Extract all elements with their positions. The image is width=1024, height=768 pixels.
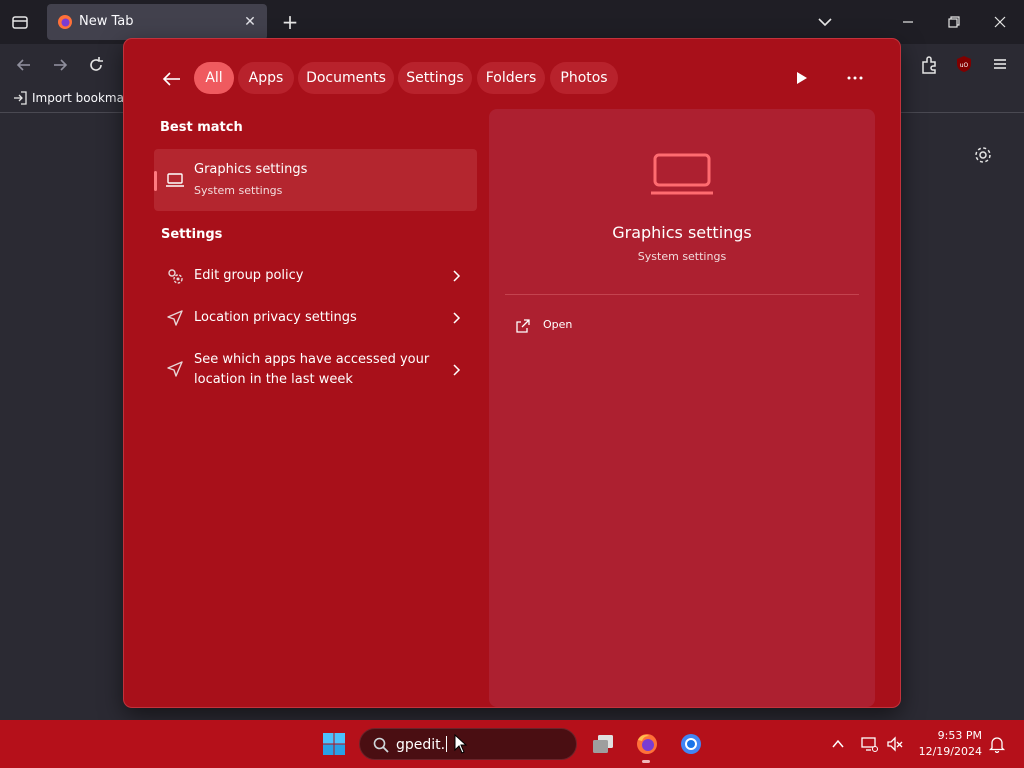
laptop-icon xyxy=(651,153,713,195)
ublock-icon[interactable]: uO xyxy=(954,54,974,74)
taskbar-search-input[interactable]: gpedit. xyxy=(359,728,577,760)
speaker-muted-icon[interactable] xyxy=(886,735,904,753)
play-icon[interactable] xyxy=(792,69,810,87)
setting-item-location-access-history[interactable]: See which apps have accessed your locati… xyxy=(154,347,477,393)
more-options-icon[interactable] xyxy=(844,69,866,87)
filter-settings[interactable]: Settings xyxy=(398,62,472,94)
svg-text:uO: uO xyxy=(960,62,969,69)
windows-start-icon[interactable] xyxy=(322,732,346,756)
open-label: Open xyxy=(543,318,573,331)
reload-icon[interactable] xyxy=(86,55,106,75)
filter-all[interactable]: All xyxy=(194,62,234,94)
task-view-icon[interactable] xyxy=(590,732,616,756)
filter-folders[interactable]: Folders xyxy=(477,62,545,94)
plus-icon[interactable]: + xyxy=(280,12,300,32)
detail-subtitle: System settings xyxy=(637,250,727,263)
chevron-down-icon[interactable] xyxy=(815,12,835,32)
firefox-icon[interactable] xyxy=(634,732,660,756)
location-icon xyxy=(167,310,183,326)
clock-date: 12/19/2024 xyxy=(918,745,982,758)
notification-bell-icon[interactable] xyxy=(988,735,1006,753)
window-close-icon[interactable] xyxy=(990,12,1010,32)
setting-item-location-privacy[interactable]: Location privacy settings xyxy=(154,305,477,331)
search-icon xyxy=(373,737,389,753)
setting-label: See which apps have accessed your locati… xyxy=(194,352,430,387)
chrome-icon[interactable] xyxy=(678,732,704,756)
back-arrow-icon[interactable] xyxy=(160,67,184,91)
tab-title: New Tab xyxy=(79,14,134,29)
gear-icon[interactable] xyxy=(972,144,994,166)
chevron-up-icon[interactable] xyxy=(830,736,846,752)
best-match-title: Graphics settings xyxy=(194,162,308,177)
selection-indicator xyxy=(154,171,157,191)
chevron-right-icon xyxy=(453,312,461,324)
tab-new-tab[interactable]: New Tab ✕ xyxy=(47,4,267,40)
start-search-panel: All Apps Documents Settings Folders Phot… xyxy=(124,39,900,707)
extensions-icon[interactable] xyxy=(918,54,940,76)
forward-icon[interactable] xyxy=(50,55,70,75)
tabs-menu-icon[interactable] xyxy=(10,12,30,32)
search-query-text: gpedit. xyxy=(396,736,448,753)
best-match-heading: Best match xyxy=(160,120,243,135)
mouse-cursor-icon xyxy=(454,734,468,754)
back-icon[interactable] xyxy=(14,55,34,75)
chevron-right-icon xyxy=(453,270,461,282)
filter-photos[interactable]: Photos xyxy=(550,62,618,94)
close-icon[interactable]: ✕ xyxy=(241,13,259,31)
chevron-right-icon xyxy=(453,364,461,376)
settings-heading: Settings xyxy=(161,227,223,242)
location-icon xyxy=(167,361,183,377)
minimize-icon[interactable] xyxy=(898,12,918,32)
filter-apps[interactable]: Apps xyxy=(238,62,294,94)
import-icon[interactable] xyxy=(12,90,28,106)
detail-title: Graphics settings xyxy=(612,223,752,242)
clock[interactable]: 9:53 PM 12/19/2024 xyxy=(912,728,982,760)
filter-documents[interactable]: Documents xyxy=(298,62,394,94)
open-external-icon xyxy=(516,319,530,333)
best-match-item[interactable]: Graphics settings System settings xyxy=(154,149,477,211)
setting-item-edit-group-policy[interactable]: Edit group policy xyxy=(154,263,477,289)
result-detail-pane: Graphics settings System settings Open xyxy=(489,109,875,707)
running-indicator xyxy=(642,760,650,763)
laptop-icon xyxy=(166,173,184,187)
clock-time: 9:53 PM xyxy=(937,729,982,742)
divider xyxy=(505,294,859,295)
firefox-icon xyxy=(58,15,72,29)
best-match-subtitle: System settings xyxy=(194,184,283,197)
group-policy-icon xyxy=(168,269,183,284)
setting-label: Edit group policy xyxy=(194,268,304,283)
setting-label: Location privacy settings xyxy=(194,310,357,325)
open-action[interactable]: Open xyxy=(515,315,615,337)
restore-icon[interactable] xyxy=(944,12,964,32)
network-icon[interactable] xyxy=(860,735,878,753)
hamburger-menu-icon[interactable] xyxy=(990,54,1010,74)
